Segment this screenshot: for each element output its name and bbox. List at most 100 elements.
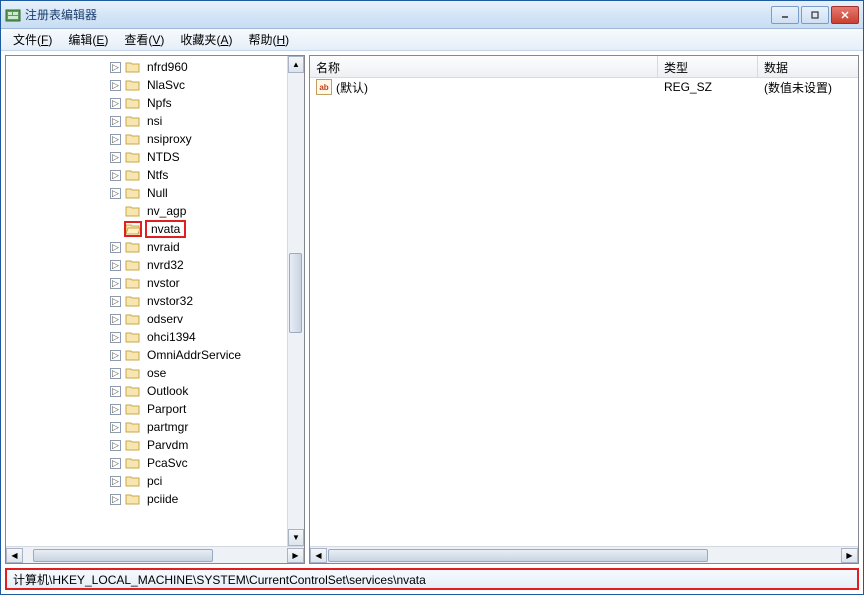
tree-vscrollbar[interactable]: ▲ ▼ [287, 56, 304, 546]
tree-node-ohci1394[interactable]: ▷ohci1394 [6, 328, 304, 346]
maximize-button[interactable] [801, 6, 829, 24]
expand-icon[interactable]: ▷ [110, 494, 121, 505]
tree-node-ntfs[interactable]: ▷ Ntfs [6, 166, 304, 184]
registry-tree[interactable]: ▷nfrd960▷NlaSvc▷Npfs▷nsi▷nsiproxy▷NTDS▷N… [6, 56, 304, 546]
tree-node-nsiproxy[interactable]: ▷nsiproxy [6, 130, 304, 148]
scroll-thumb[interactable] [33, 549, 213, 562]
scroll-left-button[interactable]: ◀ [310, 548, 327, 563]
scroll-track[interactable] [288, 73, 304, 529]
expand-icon[interactable]: ▷ [110, 368, 121, 379]
folder-icon [125, 438, 141, 452]
values-list[interactable]: ab(默认)REG_SZ(数值未设置) [310, 78, 858, 546]
expand-icon[interactable]: ▷ [110, 98, 121, 109]
maximize-icon [810, 10, 820, 20]
tree-node-partmgr[interactable]: ▷partmgr [6, 418, 304, 436]
expand-icon[interactable]: ▷ [110, 440, 121, 451]
expand-icon[interactable]: ▷ [110, 296, 121, 307]
expand-icon[interactable]: ▷ [110, 188, 121, 199]
menu-file[interactable]: 文件(F) [5, 29, 60, 50]
tree-label: nvrd32 [145, 258, 186, 272]
tree-node-nvraid[interactable]: ▷nvraid [6, 238, 304, 256]
expand-icon[interactable]: ▷ [110, 386, 121, 397]
expand-icon[interactable]: ▷ [110, 404, 121, 415]
menu-view[interactable]: 查看(V) [116, 29, 172, 50]
minimize-button[interactable] [771, 6, 799, 24]
folder-icon [125, 150, 141, 164]
col-header-name[interactable]: 名称 [310, 56, 658, 77]
col-header-data[interactable]: 数据 [758, 56, 858, 77]
tree-node-nlasvc[interactable]: ▷NlaSvc [6, 76, 304, 94]
menu-favorites[interactable]: 收藏夹(A) [172, 29, 240, 50]
scroll-up-button[interactable]: ▲ [288, 56, 304, 73]
tree-node-parport[interactable]: ▷Parport [6, 400, 304, 418]
tree-node-null[interactable]: ▷Null [6, 184, 304, 202]
tree-node-omniaddrservice[interactable]: ▷OmniAddrService [6, 346, 304, 364]
scroll-track[interactable] [23, 548, 287, 563]
tree-node-nv_agp[interactable]: ▷nv_agp [6, 202, 304, 220]
tree-node-outlook[interactable]: ▷Outlook [6, 382, 304, 400]
tree-node-nfrd960[interactable]: ▷nfrd960 [6, 58, 304, 76]
expand-icon[interactable]: ▷ [110, 350, 121, 361]
expand-icon[interactable]: ▷ [110, 458, 121, 469]
expand-icon[interactable]: ▷ [110, 260, 121, 271]
tree-node-ose[interactable]: ▷ ose [6, 364, 304, 382]
expand-icon[interactable]: ▷ [110, 314, 121, 325]
tree-node-pciide[interactable]: ▷pciide [6, 490, 304, 508]
folder-icon [125, 348, 141, 362]
expand-icon[interactable]: ▷ [110, 134, 121, 145]
tree-node-nvstor[interactable]: ▷nvstor [6, 274, 304, 292]
tree-label: Parvdm [145, 438, 190, 452]
menu-edit[interactable]: 编辑(E) [60, 29, 116, 50]
tree-pane: ▷nfrd960▷NlaSvc▷Npfs▷nsi▷nsiproxy▷NTDS▷N… [5, 55, 305, 564]
status-path: 计算机\HKEY_LOCAL_MACHINE\SYSTEM\CurrentCon… [13, 571, 426, 588]
expand-icon[interactable]: ▷ [110, 62, 121, 73]
titlebar[interactable]: 注册表编辑器 [1, 1, 863, 29]
tree-node-nvstor32[interactable]: ▷nvstor32 [6, 292, 304, 310]
list-hscrollbar[interactable]: ◀ ▶ [310, 546, 858, 563]
scroll-track[interactable] [327, 548, 841, 563]
tree-label: nsi [145, 114, 164, 128]
list-row[interactable]: ab(默认)REG_SZ(数值未设置) [310, 78, 858, 96]
folder-icon [125, 186, 141, 200]
tree-label: Ntfs [145, 168, 170, 182]
menu-help[interactable]: 帮助(H) [240, 29, 297, 50]
scroll-thumb[interactable] [289, 253, 302, 333]
folder-icon [125, 132, 141, 146]
expand-icon[interactable]: ▷ [110, 152, 121, 163]
folder-icon [125, 168, 141, 182]
window-title: 注册表编辑器 [25, 6, 771, 23]
expand-icon[interactable]: ▷ [110, 332, 121, 343]
scroll-right-button[interactable]: ▶ [287, 548, 304, 563]
tree-node-nvrd32[interactable]: ▷ nvrd32 [6, 256, 304, 274]
scroll-left-button[interactable]: ◀ [6, 548, 23, 563]
expand-icon[interactable]: ▷ [110, 80, 121, 91]
tree-node-nsi[interactable]: ▷ nsi [6, 112, 304, 130]
tree-node-pci[interactable]: ▷pci [6, 472, 304, 490]
folder-icon [125, 78, 141, 92]
col-header-type[interactable]: 类型 [658, 56, 758, 77]
tree-node-npfs[interactable]: ▷Npfs [6, 94, 304, 112]
tree-node-ntds[interactable]: ▷NTDS [6, 148, 304, 166]
values-pane: 名称 类型 数据 ab(默认)REG_SZ(数值未设置) ◀ ▶ [309, 55, 859, 564]
tree-node-odserv[interactable]: ▷odserv [6, 310, 304, 328]
expand-icon[interactable]: ▷ [110, 422, 121, 433]
folder-icon [125, 474, 141, 488]
tree-node-parvdm[interactable]: ▷ Parvdm [6, 436, 304, 454]
tree-label: PcaSvc [145, 456, 190, 470]
tree-node-pcasvc[interactable]: ▷ PcaSvc [6, 454, 304, 472]
scroll-thumb[interactable] [328, 549, 708, 562]
expand-icon[interactable]: ▷ [110, 170, 121, 181]
scroll-right-button[interactable]: ▶ [841, 548, 858, 563]
tree-hscrollbar[interactable]: ◀ ▶ [6, 546, 304, 563]
folder-icon [125, 420, 141, 434]
folder-icon [125, 276, 141, 290]
close-button[interactable] [831, 6, 859, 24]
scroll-down-button[interactable]: ▼ [288, 529, 304, 546]
expand-icon[interactable]: ▷ [110, 476, 121, 487]
close-icon [840, 10, 850, 20]
expand-icon[interactable]: ▷ [110, 116, 121, 127]
tree-label: ose [145, 366, 168, 380]
expand-icon[interactable]: ▷ [110, 278, 121, 289]
expand-icon[interactable]: ▷ [110, 242, 121, 253]
tree-node-nvata[interactable]: ▷nvata [6, 220, 304, 238]
